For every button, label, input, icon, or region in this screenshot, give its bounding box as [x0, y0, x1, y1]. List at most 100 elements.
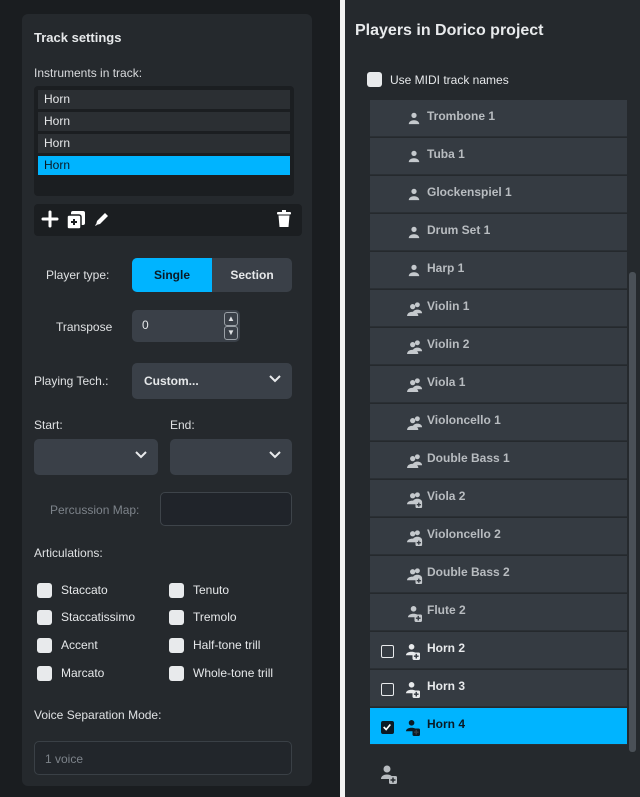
chevron-down-icon — [135, 451, 147, 459]
chevron-down-icon — [269, 375, 281, 383]
duplicate-icon[interactable] — [66, 210, 86, 230]
new-section-player-icon — [407, 491, 423, 508]
player-row[interactable]: Flute 2 — [370, 594, 627, 631]
instrument-toolbar — [34, 204, 302, 236]
whole-tone-trill-label: Whole-tone trill — [193, 666, 274, 680]
player-row[interactable]: Horn 2 — [370, 632, 627, 669]
accent-label: Accent — [61, 638, 98, 652]
accent-checkbox[interactable]: Accent — [37, 636, 98, 654]
section-player-icon — [407, 301, 423, 317]
use-midi-track-names-checkbox[interactable]: Use MIDI track names — [367, 72, 509, 87]
left-area: Track settings Instruments in track: Hor… — [0, 0, 340, 797]
checkbox-icon — [37, 582, 52, 598]
edit-pencil-icon[interactable] — [92, 210, 112, 230]
section-player-icon — [407, 415, 423, 431]
player-row[interactable]: Violin 2 — [370, 328, 627, 365]
new-player-icon — [405, 719, 421, 736]
player-name: Viola 1 — [427, 375, 466, 389]
half-tone-trill-checkbox[interactable]: Half-tone trill — [169, 636, 260, 654]
tremolo-label: Tremolo — [193, 610, 237, 624]
checkbox-icon — [37, 609, 52, 625]
transpose-stepper[interactable]: 0 ▲ ▼ — [132, 310, 240, 342]
track-settings-panel: Track settings Instruments in track: Hor… — [22, 14, 312, 786]
player-name: Double Bass 1 — [427, 451, 510, 465]
section-player-icon — [407, 453, 423, 469]
player-row[interactable]: Double Bass 1 — [370, 442, 627, 479]
start-label: Start: — [34, 418, 63, 432]
transpose-label: Transpose — [56, 320, 113, 334]
instrument-row[interactable]: Horn — [38, 90, 290, 109]
player-row[interactable]: Trombone 1 — [370, 100, 627, 137]
staccatissimo-checkbox[interactable]: Staccatissimo — [37, 608, 135, 626]
single-player-icon — [407, 149, 423, 165]
player-row[interactable]: Double Bass 2 — [370, 556, 627, 593]
whole-tone-trill-checkbox[interactable]: Whole-tone trill — [169, 664, 273, 682]
player-name: Horn 4 — [427, 717, 466, 731]
end-label: End: — [170, 418, 195, 432]
instrument-row-selected[interactable]: Horn — [38, 156, 290, 175]
delete-trash-icon[interactable] — [274, 210, 294, 230]
tenuto-checkbox[interactable]: Tenuto — [169, 581, 229, 599]
voice-separation-value: 1 voice — [45, 752, 84, 766]
stepper-up-icon[interactable]: ▲ — [224, 312, 238, 326]
staccato-checkbox[interactable]: Staccato — [37, 581, 108, 599]
player-type-single-option[interactable]: Single — [132, 258, 212, 292]
playing-tech-dropdown[interactable]: Custom... — [132, 363, 292, 399]
player-row[interactable]: Violoncello 1 — [370, 404, 627, 441]
player-name: Double Bass 2 — [427, 565, 510, 579]
player-name: Harp 1 — [427, 261, 465, 275]
player-row[interactable]: Violoncello 2 — [370, 518, 627, 555]
add-icon[interactable] — [40, 210, 60, 230]
instrument-row[interactable]: Horn — [38, 134, 290, 153]
voice-separation-label: Voice Separation Mode: — [34, 708, 162, 722]
single-player-icon — [407, 111, 423, 127]
player-name: Flute 2 — [427, 603, 466, 617]
checkbox-checked-icon[interactable] — [381, 721, 394, 734]
voice-separation-dropdown[interactable]: 1 voice — [34, 741, 292, 775]
checkbox-icon — [37, 665, 52, 681]
player-name: Violin 1 — [427, 299, 470, 313]
player-name: Drum Set 1 — [427, 223, 491, 237]
single-player-icon — [407, 263, 423, 279]
use-midi-track-names-label: Use MIDI track names — [390, 72, 509, 87]
new-section-player-icon — [407, 529, 423, 546]
player-row[interactable]: Glockenspiel 1 — [370, 176, 627, 213]
checkbox-icon — [169, 609, 184, 625]
stepper-down-icon[interactable]: ▼ — [224, 326, 238, 340]
player-name: Viola 2 — [427, 489, 466, 503]
player-row[interactable]: Viola 2 — [370, 480, 627, 517]
new-player-icon — [407, 605, 423, 622]
tremolo-checkbox[interactable]: Tremolo — [169, 608, 237, 626]
checkbox-icon[interactable] — [381, 683, 394, 696]
percussion-map-label: Percussion Map: — [50, 503, 140, 517]
staccato-label: Staccato — [61, 583, 108, 597]
checkbox-icon — [169, 637, 184, 653]
start-dropdown[interactable] — [34, 439, 158, 475]
end-dropdown[interactable] — [170, 439, 292, 475]
player-name: Violoncello 1 — [427, 413, 501, 427]
players-list-scrollbar[interactable] — [629, 272, 636, 752]
checkbox-icon — [37, 637, 52, 653]
player-type-section-option[interactable]: Section — [212, 258, 292, 292]
player-type-toggle: Single Section — [132, 258, 292, 292]
player-name: Tuba 1 — [427, 147, 465, 161]
instrument-row[interactable]: Horn — [38, 112, 290, 131]
player-row-selected[interactable]: Horn 4 — [370, 708, 627, 745]
player-name: Glockenspiel 1 — [427, 185, 512, 199]
player-row[interactable]: Drum Set 1 — [370, 214, 627, 251]
add-player-icon[interactable] — [381, 764, 397, 784]
checkbox-icon[interactable] — [381, 645, 394, 658]
marcato-checkbox[interactable]: Marcato — [37, 664, 104, 682]
player-row[interactable]: Harp 1 — [370, 252, 627, 289]
player-row[interactable]: Violin 1 — [370, 290, 627, 327]
tenuto-label: Tenuto — [193, 583, 230, 597]
marcato-label: Marcato — [61, 666, 105, 680]
new-player-icon — [405, 643, 421, 660]
players-list: Trombone 1 Tuba 1 Glockenspiel 1 Drum Set 1… — [370, 100, 627, 756]
player-row[interactable]: Viola 1 — [370, 366, 627, 403]
player-row[interactable]: Horn 3 — [370, 670, 627, 707]
track-settings-title: Track settings — [34, 30, 122, 45]
player-row[interactable]: Tuba 1 — [370, 138, 627, 175]
section-player-icon — [407, 377, 423, 393]
articulations-label: Articulations: — [34, 546, 103, 560]
